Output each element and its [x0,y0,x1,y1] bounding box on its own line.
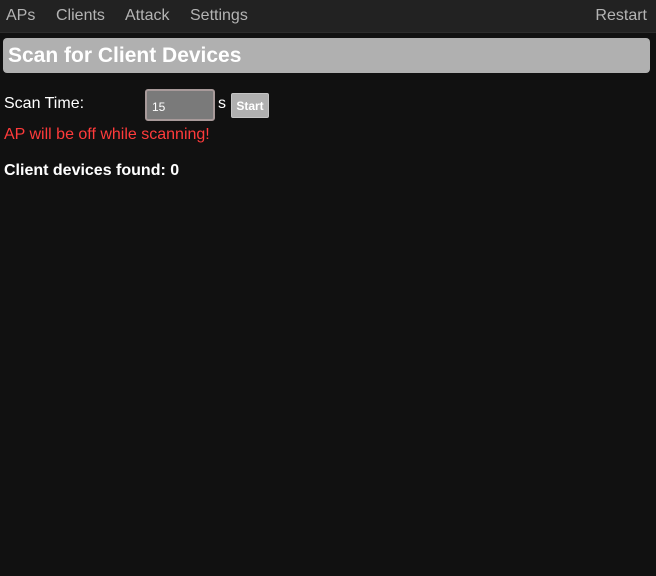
page-title: Scan for Client Devices [8,44,242,67]
ap-off-warning: AP will be off while scanning! [4,126,210,143]
nav-clients-link[interactable]: Clients [56,6,105,26]
nav-settings-link[interactable]: Settings [190,6,248,26]
scan-time-unit: s [218,95,226,112]
top-navbar: APs Clients Attack Settings Restart [0,0,656,33]
client-devices-count: Client devices found: 0 [4,162,180,179]
start-scan-button[interactable]: Start [231,93,269,118]
section-header: Scan for Client Devices [3,38,650,73]
nav-attack-link[interactable]: Attack [125,6,169,26]
scan-time-label: Scan Time: [4,95,85,112]
nav-aps-link[interactable]: APs [6,6,35,26]
nav-restart-link[interactable]: Restart [595,6,647,26]
scan-time-input[interactable] [145,89,215,121]
